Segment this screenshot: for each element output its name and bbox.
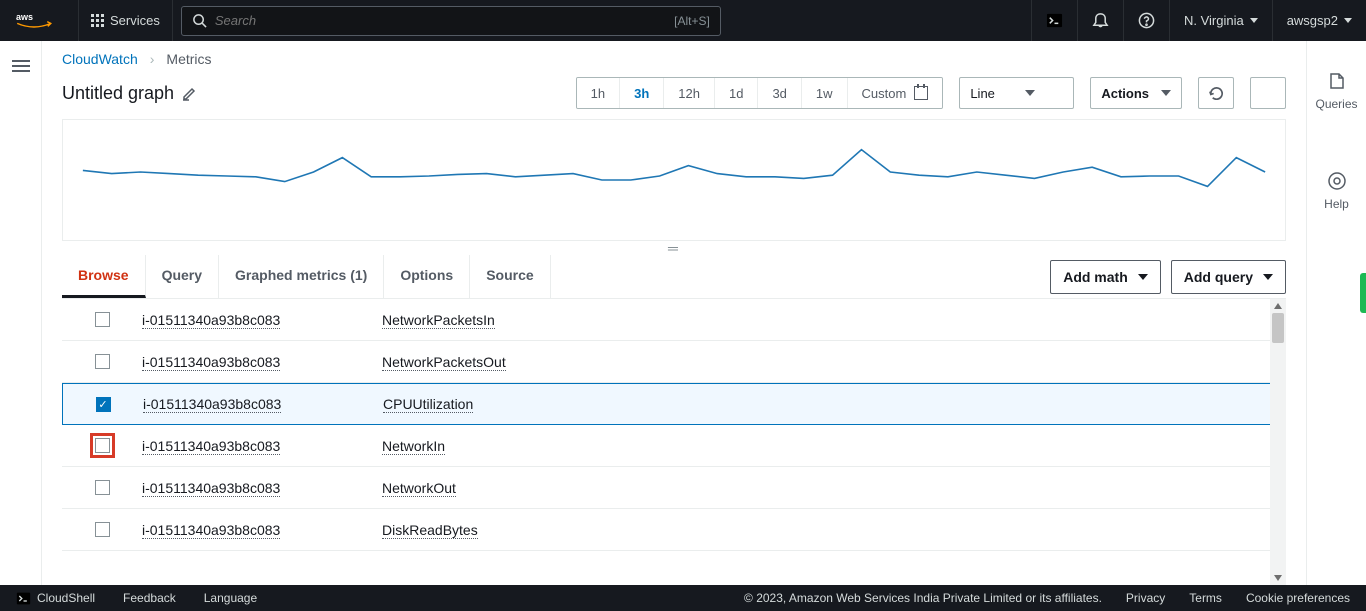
instance-id[interactable]: i-01511340a93b8c083: [142, 522, 280, 539]
metrics-table: i-01511340a93b8c083NetworkPacketsIni-015…: [62, 299, 1286, 585]
graph-title[interactable]: Untitled graph: [62, 83, 198, 104]
help-panel-toggle[interactable]: Help: [1324, 171, 1349, 211]
caret-down-icon: [1250, 18, 1258, 23]
refresh-options-button[interactable]: [1250, 77, 1286, 109]
search-icon: [192, 13, 207, 28]
calendar-icon: [914, 86, 928, 100]
sidebar-toggle[interactable]: [12, 57, 30, 585]
help-icon[interactable]: [1123, 0, 1169, 41]
search-input[interactable]: [215, 13, 674, 28]
services-label: Services: [110, 13, 160, 28]
metric-row[interactable]: i-01511340a93b8c083 NetworkPacketsIn: [62, 299, 1286, 341]
metric-checkbox[interactable]: [95, 312, 110, 327]
breadcrumb-root[interactable]: CloudWatch: [62, 51, 138, 67]
metric-name[interactable]: CPUUtilization: [383, 396, 473, 413]
caret-down-icon: [1138, 274, 1148, 280]
feedback-link[interactable]: Feedback: [123, 591, 176, 605]
metric-row[interactable]: i-01511340a93b8c083 DiskReadBytes: [62, 509, 1286, 551]
instance-id[interactable]: i-01511340a93b8c083: [142, 438, 280, 455]
copyright: © 2023, Amazon Web Services India Privat…: [744, 591, 1102, 605]
instance-id[interactable]: i-01511340a93b8c083: [143, 396, 281, 413]
aws-logo[interactable]: aws: [16, 10, 66, 32]
services-button[interactable]: Services: [78, 0, 173, 41]
instance-id[interactable]: i-01511340a93b8c083: [142, 312, 280, 329]
add-math-button[interactable]: Add math: [1050, 260, 1161, 294]
breadcrumb-current: Metrics: [166, 51, 211, 67]
metric-row[interactable]: i-01511340a93b8c083 NetworkOut: [62, 467, 1286, 509]
language-link[interactable]: Language: [204, 591, 257, 605]
svg-text:aws: aws: [16, 11, 33, 21]
metric-name[interactable]: NetworkIn: [382, 438, 445, 455]
cloudshell-footer-button[interactable]: CloudShell: [16, 591, 95, 606]
scroll-up-arrow[interactable]: [1272, 299, 1284, 313]
metric-checkbox[interactable]: [95, 438, 110, 453]
instance-id[interactable]: i-01511340a93b8c083: [142, 354, 280, 371]
tab-source[interactable]: Source: [470, 255, 550, 298]
breadcrumb-separator: ›: [150, 51, 155, 67]
breadcrumb: CloudWatch › Metrics: [42, 41, 1306, 73]
caret-down-icon: [1025, 90, 1035, 96]
time-range-1d[interactable]: 1d: [715, 78, 758, 108]
terms-link[interactable]: Terms: [1189, 591, 1222, 605]
search-shortcut: [Alt+S]: [674, 14, 710, 28]
instance-id[interactable]: i-01511340a93b8c083: [142, 480, 280, 497]
add-query-button[interactable]: Add query: [1171, 260, 1286, 294]
edit-icon: [182, 85, 198, 101]
cloudshell-icon[interactable]: [1031, 0, 1077, 41]
time-range-selector: 1h3h12h1d3d1wCustom: [576, 77, 944, 109]
sidebar-collapsed: [0, 41, 42, 585]
time-range-3d[interactable]: 3d: [758, 78, 801, 108]
time-range-3h[interactable]: 3h: [620, 78, 664, 108]
refresh-button[interactable]: [1198, 77, 1234, 109]
top-nav: aws Services [Alt+S] N. Virginia awsgsp2: [0, 0, 1366, 41]
feedback-marker[interactable]: [1360, 273, 1366, 313]
services-grid-icon: [91, 14, 104, 27]
account-selector[interactable]: awsgsp2: [1272, 0, 1366, 41]
metrics-chart[interactable]: [62, 119, 1286, 241]
tab-graphed-metrics[interactable]: Graphed metrics (1): [219, 255, 384, 298]
region-selector[interactable]: N. Virginia: [1169, 0, 1272, 41]
time-range-custom[interactable]: Custom: [848, 78, 943, 108]
queries-panel-toggle[interactable]: Queries: [1315, 71, 1357, 111]
chart-type-select[interactable]: Line: [959, 77, 1074, 109]
scrollbar-thumb[interactable]: [1272, 313, 1284, 343]
tab-query[interactable]: Query: [146, 255, 219, 298]
metric-checkbox[interactable]: [95, 522, 110, 537]
metrics-tabs: Browse Query Graphed metrics (1) Options…: [62, 255, 551, 298]
caret-down-icon: [1161, 90, 1171, 96]
metric-checkbox[interactable]: ✓: [96, 397, 111, 412]
notifications-icon[interactable]: [1077, 0, 1123, 41]
privacy-link[interactable]: Privacy: [1126, 591, 1165, 605]
time-range-1w[interactable]: 1w: [802, 78, 848, 108]
cookie-preferences-link[interactable]: Cookie preferences: [1246, 591, 1350, 605]
panel-resize-handle[interactable]: ═: [42, 241, 1306, 255]
tab-options[interactable]: Options: [384, 255, 470, 298]
scroll-down-arrow[interactable]: [1272, 571, 1284, 585]
time-range-12h[interactable]: 12h: [664, 78, 715, 108]
metric-name[interactable]: DiskReadBytes: [382, 522, 478, 539]
metric-name[interactable]: NetworkPacketsOut: [382, 354, 506, 371]
search-box[interactable]: [Alt+S]: [181, 6, 721, 36]
metric-name[interactable]: NetworkOut: [382, 480, 456, 497]
caret-down-icon: [1263, 274, 1273, 280]
metric-row[interactable]: ✓ i-01511340a93b8c083 CPUUtilization: [62, 383, 1286, 425]
actions-button[interactable]: Actions: [1090, 77, 1182, 109]
main-panel: CloudWatch › Metrics Untitled graph 1h3h…: [42, 41, 1306, 585]
metric-name[interactable]: NetworkPacketsIn: [382, 312, 495, 329]
footer: CloudShell Feedback Language © 2023, Ama…: [0, 585, 1366, 611]
right-rail: Queries Help: [1306, 41, 1366, 585]
metric-row[interactable]: i-01511340a93b8c083 NetworkPacketsOut: [62, 341, 1286, 383]
metric-row[interactable]: i-01511340a93b8c083 NetworkIn: [62, 425, 1286, 467]
tab-browse[interactable]: Browse: [62, 255, 146, 298]
metric-checkbox[interactable]: [95, 354, 110, 369]
metric-checkbox[interactable]: [95, 480, 110, 495]
scrollbar[interactable]: [1270, 299, 1286, 585]
time-range-1h[interactable]: 1h: [577, 78, 620, 108]
caret-down-icon: [1344, 18, 1352, 23]
